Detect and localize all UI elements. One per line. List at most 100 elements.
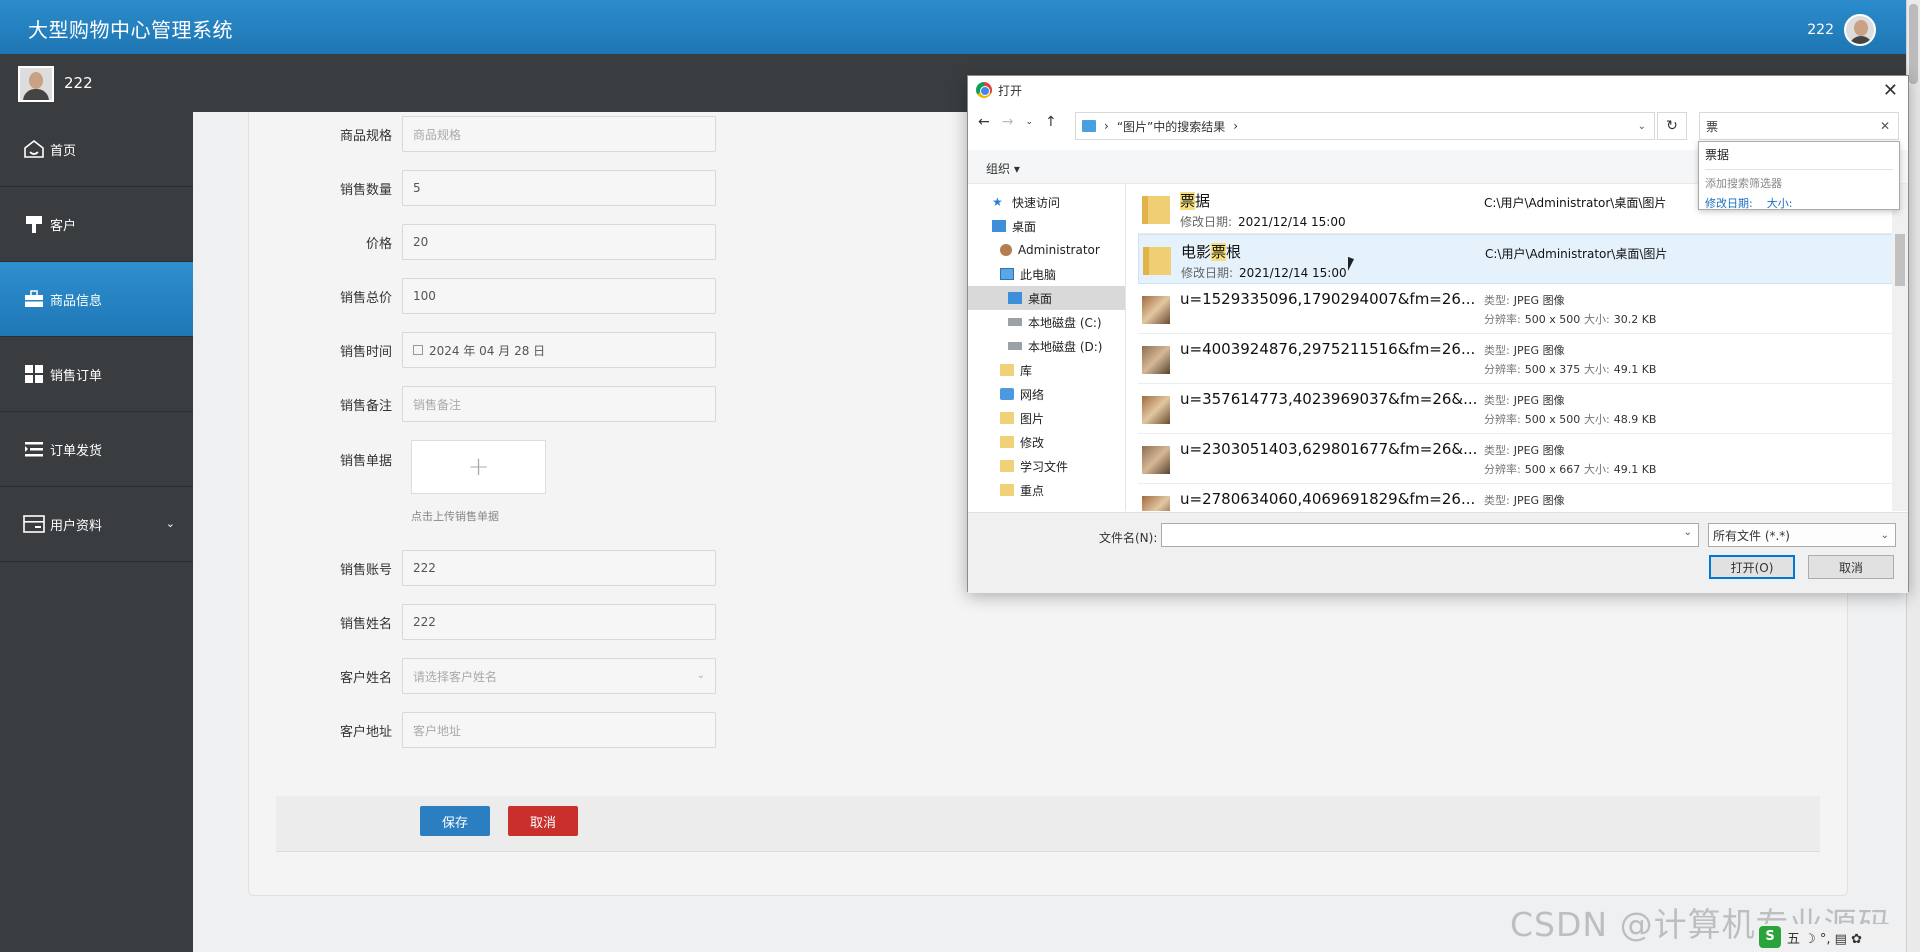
app-title: 大型购物中心管理系统 (28, 18, 233, 42)
suggestion-item[interactable]: 票据 (1705, 146, 1893, 170)
file-resolution: 分辨率: 500 x 500 (1484, 411, 1580, 427)
cancel-button[interactable]: 取消 (508, 806, 578, 836)
sidebar-item-sales-orders[interactable]: 销售订单 (0, 337, 193, 412)
path-chevron-icon: › (1233, 119, 1239, 133)
address-label: 客户地址 (339, 724, 392, 740)
file-row[interactable]: u=4003924876,2975211516&fm=26... 类型: JPEG … (1138, 334, 1893, 384)
file-name: u=2780634060,4069691829&fm=26... (1180, 490, 1476, 508)
file-name: 电影票根 (1181, 241, 1241, 262)
price-input[interactable]: 20 (402, 224, 716, 260)
customer-select[interactable]: 请选择客户姓名 ⌄ (402, 658, 716, 694)
tree-item-label: 本地磁盘 (D:) (1028, 339, 1103, 354)
folder-icon (1000, 436, 1014, 448)
type-label: 类型: (1484, 294, 1510, 307)
dialog-cancel-button[interactable]: 取消 (1808, 555, 1894, 579)
file-row[interactable]: u=1529335096,1790294007&fm=26... 类型: JPEG … (1138, 284, 1893, 334)
tree-item[interactable]: 本地磁盘 (D:) (968, 334, 1125, 358)
scrollbar-thumb[interactable] (1895, 234, 1905, 286)
file-path: C:\用户\Administrator\桌面\图片 (1485, 247, 1668, 261)
note-input[interactable]: 销售备注 (402, 386, 716, 422)
tree-item[interactable]: 此电脑 (968, 262, 1125, 286)
file-modified: 修改日期: 2021/12/14 15:00 (1180, 213, 1346, 230)
filter-size-link[interactable]: 大小: (1767, 195, 1793, 211)
ime-tray[interactable]: S 五 ☽ °, ▤ ✿ (1755, 924, 1905, 950)
file-name: u=2303051403,629801677&fm=26&... (1180, 440, 1478, 458)
back-arrow-icon[interactable]: ← (978, 114, 990, 130)
type-value: JPEG 图像 (1513, 494, 1565, 507)
tree-item-label: 网络 (1020, 387, 1045, 402)
file-row[interactable]: u=2780634060,4069691829&fm=26... 类型: JPEG … (1138, 484, 1893, 511)
customer-label: 客户姓名 (339, 670, 392, 686)
search-highlight: 票 (1180, 192, 1196, 210)
path-chevron-icon: › (1104, 119, 1109, 133)
open-button[interactable]: 打开(O) (1709, 555, 1795, 579)
file-type: 类型: JPEG 图像 (1484, 392, 1565, 408)
up-arrow-icon[interactable]: ↑ (1045, 114, 1057, 130)
file-row[interactable]: u=2303051403,629801677&fm=26&... 类型: JPEG … (1138, 434, 1893, 484)
tree-item[interactable]: 学习文件 (968, 454, 1125, 478)
spec-label: 商品规格 (339, 128, 392, 144)
file-name: u=357614773,4023969037&fm=26&... (1180, 390, 1478, 408)
tree-item[interactable]: 桌面 (968, 286, 1125, 310)
upload-button[interactable]: + (411, 440, 546, 494)
spec-input[interactable]: 商品规格 (402, 116, 716, 152)
price-row: 价格 20 (290, 224, 716, 260)
desktop-icon (1008, 292, 1022, 304)
filetype-select[interactable]: 所有文件 (*.*) ⌄ (1708, 523, 1896, 547)
date-input[interactable]: 2024 年 04 月 28 日 (402, 332, 716, 368)
sidebar-item-shipping[interactable]: 订单发货 (0, 412, 193, 487)
tree-item[interactable]: 修改 (968, 430, 1125, 454)
modified-label: 修改日期: (1181, 266, 1234, 280)
home-icon (22, 138, 46, 160)
filter-date-link[interactable]: 修改日期: (1705, 195, 1753, 211)
tree-item[interactable]: 重点 (968, 478, 1125, 502)
tree-item[interactable]: 库 (968, 358, 1125, 382)
tree-item[interactable]: 图片 (968, 406, 1125, 430)
header-user[interactable]: 222 (1807, 14, 1876, 46)
tree-item[interactable]: 本地磁盘 (C:) (968, 310, 1125, 334)
name-input[interactable]: 222 (402, 604, 716, 640)
avatar[interactable] (1844, 14, 1876, 46)
list-icon (22, 438, 46, 460)
sidebar-item-home[interactable]: 首页 (0, 112, 193, 187)
size-value: 48.9 KB (1613, 413, 1657, 426)
chevron-down-icon: ⌄ (1880, 529, 1889, 541)
total-input[interactable]: 100 (402, 278, 716, 314)
tree-item[interactable]: ★ 快速访问 (968, 190, 1125, 214)
filename-input[interactable]: ⌄ (1161, 523, 1699, 547)
organize-button[interactable]: 组织 ▾ (986, 160, 1020, 177)
close-icon[interactable]: ✕ (1883, 80, 1898, 101)
file-type: 类型: JPEG 图像 (1484, 442, 1565, 458)
desktop-icon (992, 220, 1006, 232)
size-label: 大小: (1584, 313, 1610, 326)
qty-input[interactable]: 5 (402, 170, 716, 206)
save-button[interactable]: 保存 (420, 806, 490, 836)
chevron-down-icon[interactable]: ⌄ (1684, 527, 1692, 538)
tree-item[interactable]: 网络 (968, 382, 1125, 406)
sidebar-item-customer[interactable]: 客户 (0, 187, 193, 262)
tree-item[interactable]: Administrator (968, 238, 1125, 262)
briefcase-icon (22, 288, 46, 310)
recent-chevron-icon[interactable]: ⌄ (1025, 117, 1033, 127)
sidebar-item-product-info[interactable]: 商品信息 (0, 262, 193, 337)
clear-icon[interactable]: ✕ (1880, 119, 1890, 133)
chevron-down-icon: ⌄ (696, 670, 705, 681)
file-row[interactable]: 电影票根 修改日期: 2021/12/14 15:00 C:\用户\Administr… (1138, 234, 1893, 284)
sidebar-item-user-profile[interactable]: 用户资料 ⌄ (0, 487, 193, 562)
sogou-logo-icon: S (1759, 926, 1781, 948)
scrollbar-thumb[interactable] (1909, 4, 1918, 84)
sidebar-item-label: 客户 (50, 218, 77, 234)
file-type: 类型: JPEG 图像 (1484, 342, 1565, 358)
file-list-scrollbar[interactable] (1892, 184, 1908, 511)
chevron-down-icon[interactable]: ⌄ (1638, 121, 1646, 132)
refresh-button[interactable]: ↻ (1657, 112, 1687, 140)
qty-row: 销售数量 5 (290, 170, 716, 206)
forward-arrow-icon[interactable]: → (1002, 114, 1014, 130)
account-input[interactable]: 222 (402, 550, 716, 586)
address-input[interactable]: 客户地址 (402, 712, 716, 748)
image-thumbnail (1142, 296, 1170, 324)
tree-item[interactable]: 桌面 (968, 214, 1125, 238)
address-bar[interactable]: › “图片”中的搜索结果 › ⌄ (1075, 112, 1655, 140)
file-row[interactable]: u=357614773,4023969037&fm=26&... 类型: JPEG … (1138, 384, 1893, 434)
search-input[interactable]: 票 ✕ (1699, 112, 1899, 140)
